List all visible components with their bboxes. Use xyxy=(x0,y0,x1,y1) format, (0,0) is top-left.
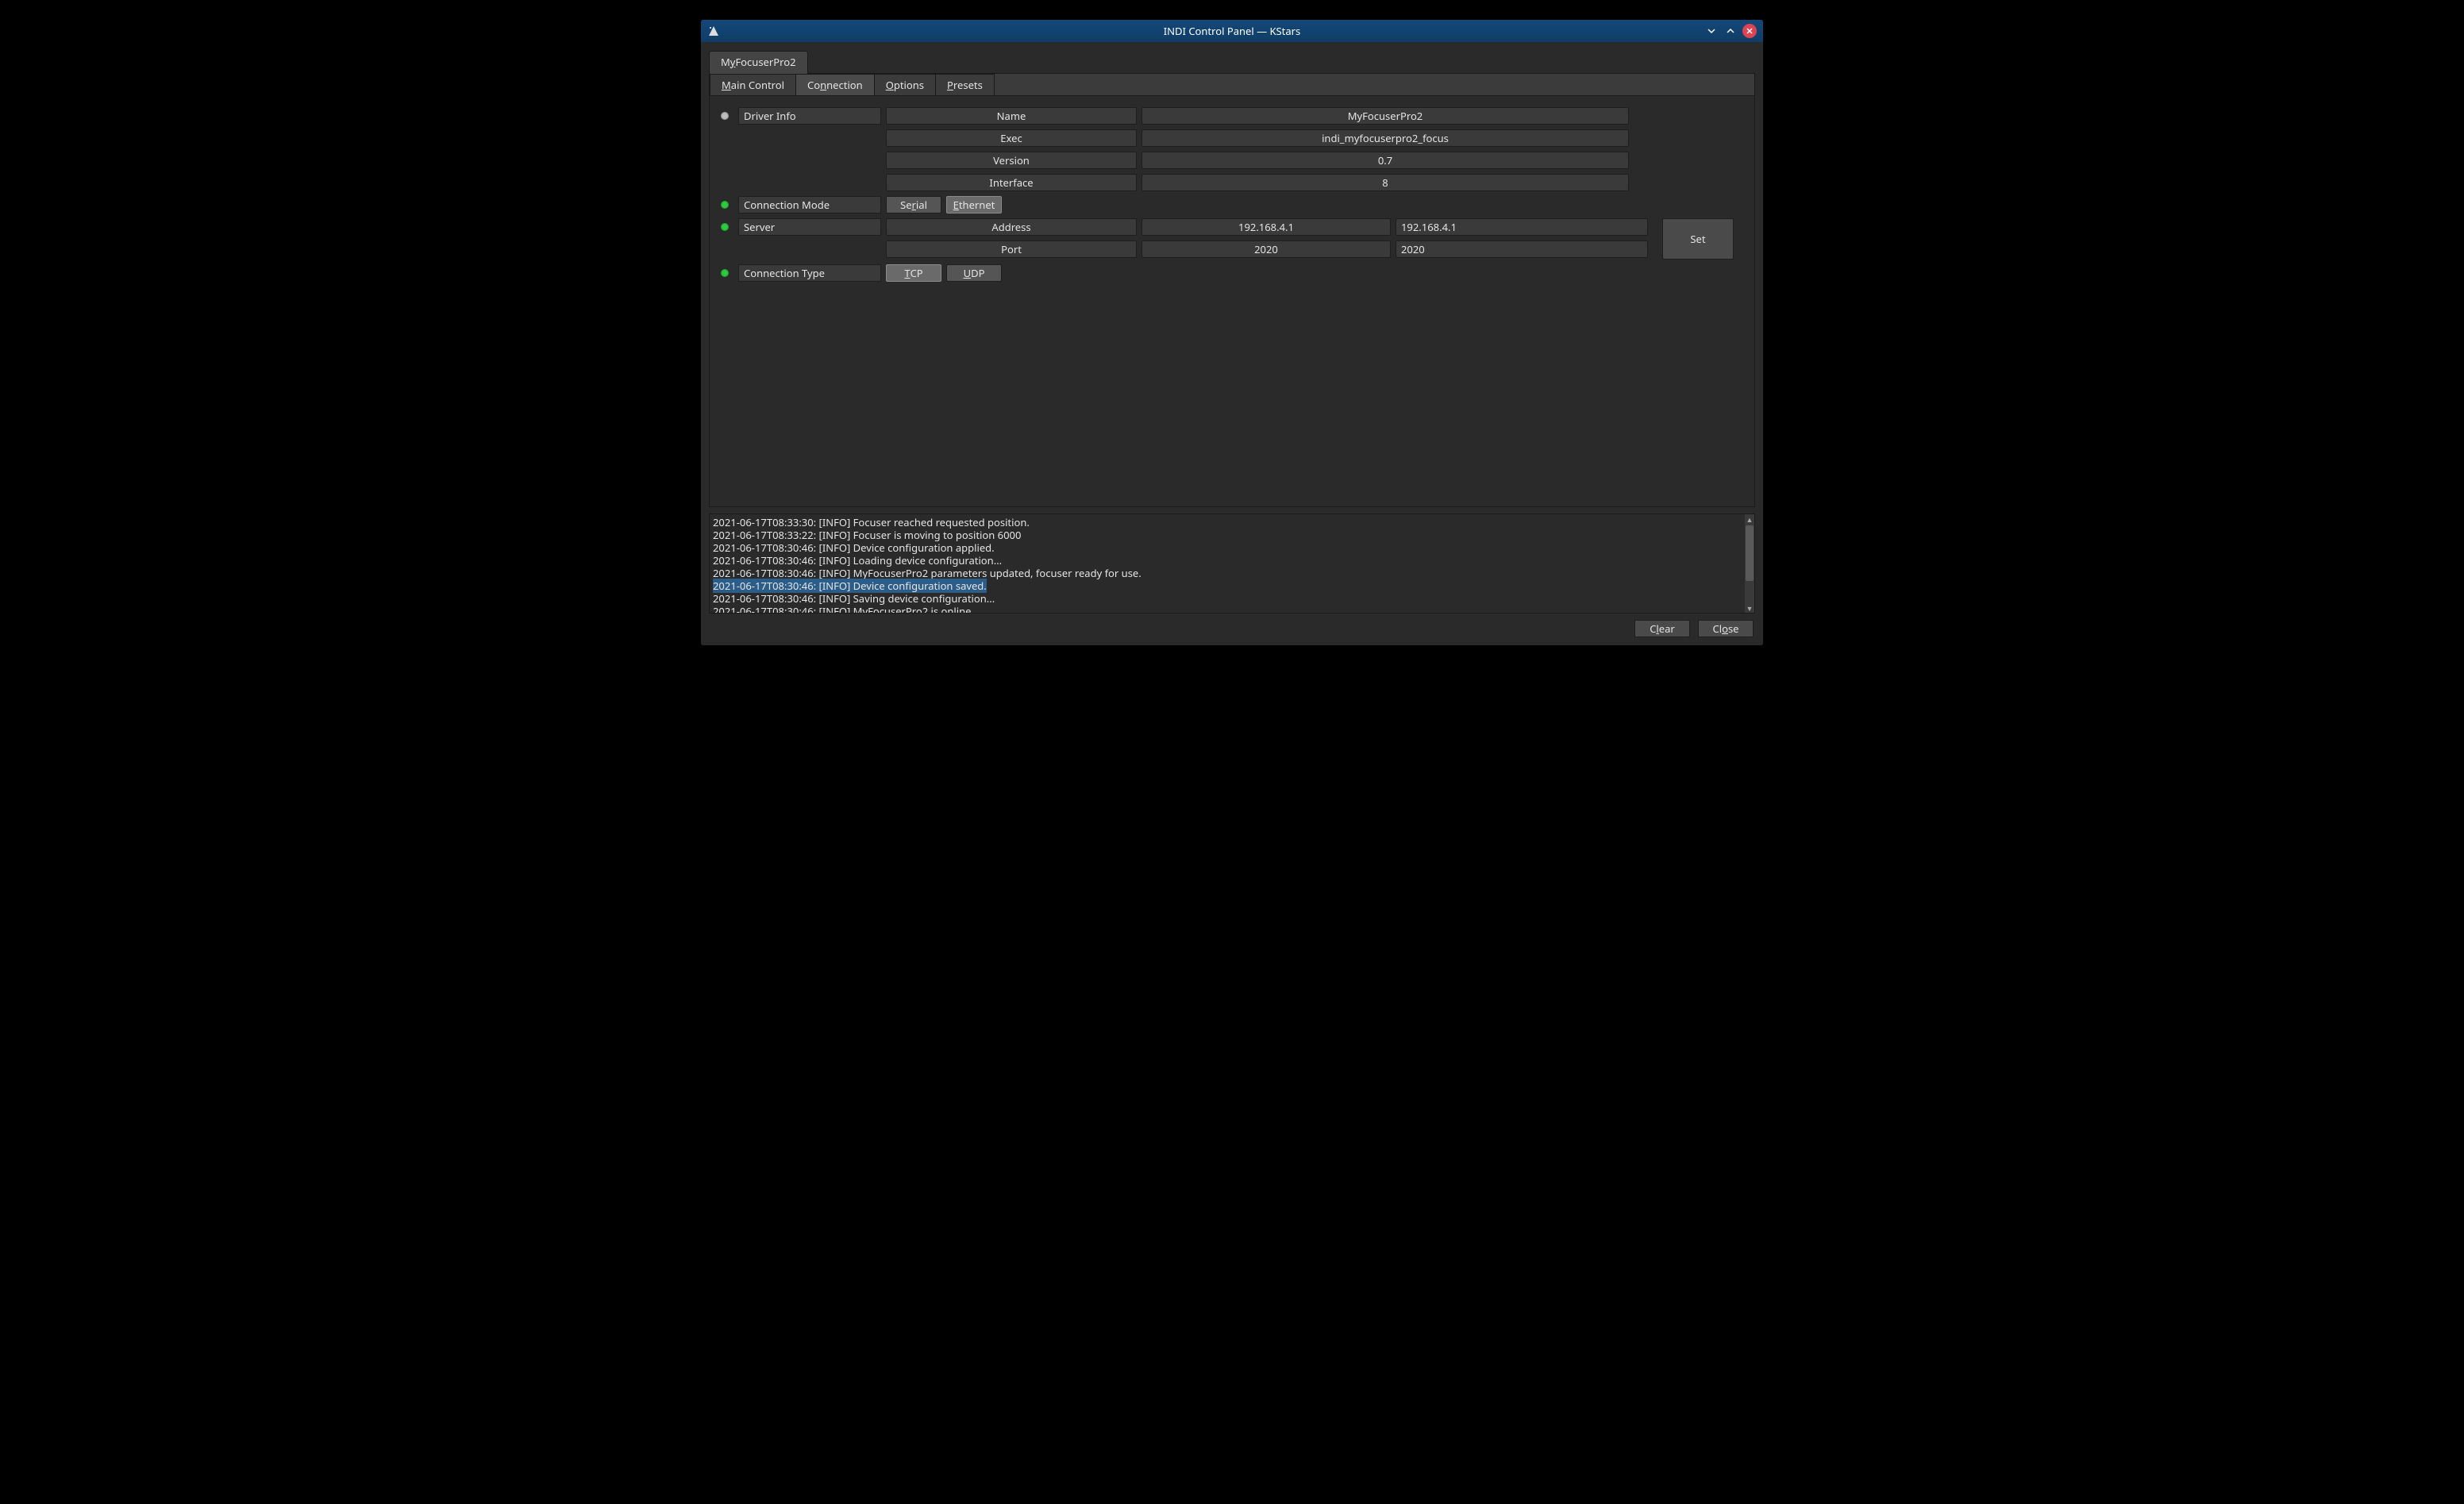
driver-info-row: Driver Info Name Exec Version Interface MyF… xyxy=(718,107,1746,191)
connection-type-led xyxy=(721,269,729,277)
server-led xyxy=(721,223,729,231)
app-window: INDI Control Panel — KStars MyFocuserPro… xyxy=(700,19,1764,646)
connection-panel: Driver Info Name Exec Version Interface MyF… xyxy=(709,96,1755,507)
minimize-button[interactable] xyxy=(1704,24,1719,38)
log-scrollbar[interactable]: ▲ ▼ xyxy=(1745,514,1754,613)
server-title: Server xyxy=(738,218,881,236)
tab-presets[interactable]: Presets xyxy=(935,74,995,95)
subtabs-bar: Main ControlConnectionOptionsPresets xyxy=(709,73,1755,96)
close-button[interactable]: Close xyxy=(1698,620,1754,637)
driver-info-value: 0.7 xyxy=(1142,152,1629,169)
connection-mode-title: Connection Mode xyxy=(738,196,881,213)
tab-options[interactable]: Options xyxy=(874,74,936,95)
log-line: 2021-06-17T08:33:30: [INFO] Focuser reac… xyxy=(713,516,1742,529)
connection-type-tcp-button[interactable]: TCP xyxy=(886,264,941,282)
close-window-button[interactable] xyxy=(1742,24,1757,38)
device-tab-myfocuserpro2[interactable]: MyFocuserPro2 xyxy=(709,51,808,74)
server-port-input[interactable] xyxy=(1396,240,1648,258)
log-line: 2021-06-17T08:30:46: [INFO] MyFocuserPro… xyxy=(713,605,1742,613)
scroll-thumb[interactable] xyxy=(1746,525,1754,581)
driver-info-value: MyFocuserPro2 xyxy=(1142,107,1629,125)
driver-info-label: Exec xyxy=(886,129,1137,147)
client-area: MyFocuserPro2 Main ControlConnectionOpti… xyxy=(701,42,1763,645)
connection-mode-serial-button[interactable]: Serial xyxy=(886,196,941,213)
connection-type-row: Connection Type TCP UDP xyxy=(718,264,1746,282)
driver-info-title: Driver Info xyxy=(738,107,881,125)
log-panel: 2021-06-17T08:33:30: [INFO] Focuser reac… xyxy=(709,514,1755,614)
window-title: INDI Control Panel — KStars xyxy=(701,24,1763,38)
scroll-down-icon[interactable]: ▼ xyxy=(1745,603,1754,613)
driver-info-led xyxy=(721,112,729,120)
connection-type-udp-button[interactable]: UDP xyxy=(946,264,1002,282)
scroll-track[interactable] xyxy=(1745,524,1754,603)
log-line: 2021-06-17T08:33:22: [INFO] Focuser is m… xyxy=(713,529,1742,541)
log-line: 2021-06-17T08:30:46: [INFO] Device confi… xyxy=(713,579,1742,592)
log-line: 2021-06-17T08:30:46: [INFO] Loading devi… xyxy=(713,554,1742,567)
connection-mode-row: Connection Mode Serial Ethernet xyxy=(718,196,1746,213)
log-text[interactable]: 2021-06-17T08:33:30: [INFO] Focuser reac… xyxy=(710,514,1745,613)
driver-info-value: indi_myfocuserpro2_focus xyxy=(1142,129,1629,147)
log-line: 2021-06-17T08:30:46: [INFO] Device confi… xyxy=(713,541,1742,554)
server-label: Address xyxy=(886,218,1137,236)
titlebar[interactable]: INDI Control Panel — KStars xyxy=(701,20,1763,42)
footer: Clear Close xyxy=(709,614,1755,639)
scroll-up-icon[interactable]: ▲ xyxy=(1745,514,1754,524)
tab-connection[interactable]: Connection xyxy=(795,74,875,95)
app-icon xyxy=(707,25,720,37)
driver-info-value: 8 xyxy=(1142,174,1629,191)
device-tabs: MyFocuserPro2 xyxy=(709,50,1755,73)
server-label: Port xyxy=(886,240,1137,258)
driver-info-label: Name xyxy=(886,107,1137,125)
connection-type-title: Connection Type xyxy=(738,264,881,282)
connection-mode-ethernet-button[interactable]: Ethernet xyxy=(946,196,1002,213)
server-set-button[interactable]: Set xyxy=(1662,218,1734,260)
window-controls xyxy=(1704,24,1763,38)
server-value: 2020 xyxy=(1142,240,1391,258)
server-value: 192.168.4.1 xyxy=(1142,218,1391,236)
connection-mode-led xyxy=(721,201,729,209)
driver-info-label: Interface xyxy=(886,174,1137,191)
driver-info-label: Version xyxy=(886,152,1137,169)
server-row: Server Address Port 192.168.4.1 2020 Set xyxy=(718,218,1746,260)
maximize-button[interactable] xyxy=(1723,24,1738,38)
server-address-input[interactable] xyxy=(1396,218,1648,236)
log-line: 2021-06-17T08:30:46: [INFO] MyFocuserPro… xyxy=(713,567,1742,579)
clear-button[interactable]: Clear xyxy=(1634,620,1690,637)
tab-main[interactable]: Main Control xyxy=(710,74,796,95)
server-set-label: Set xyxy=(1690,232,1705,246)
log-line: 2021-06-17T08:30:46: [INFO] Saving devic… xyxy=(713,592,1742,605)
